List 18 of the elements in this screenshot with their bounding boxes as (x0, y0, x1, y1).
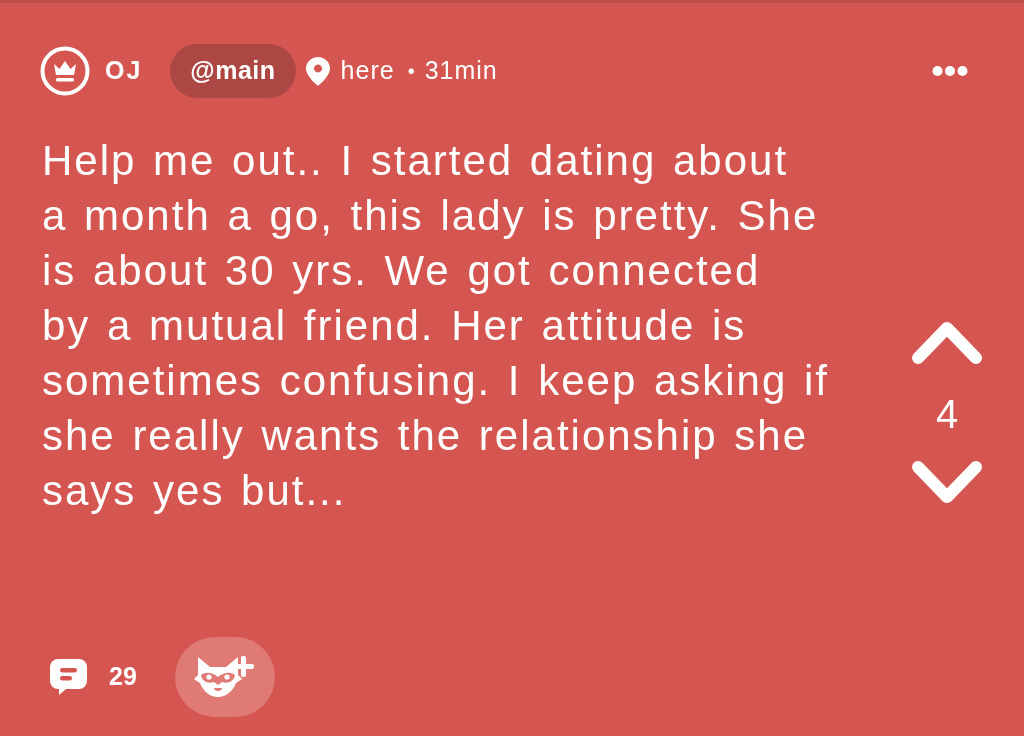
vote-count: 4 (935, 391, 959, 437)
downvote-button[interactable] (912, 461, 982, 506)
location-pin-icon (305, 56, 330, 86)
channel-tag[interactable]: @main (170, 44, 296, 98)
more-icon (932, 65, 968, 77)
chat-bubble-icon (50, 658, 87, 696)
author-name: OJ (105, 55, 143, 87)
masked-animal-plus-icon (193, 655, 256, 699)
chevron-up-icon (912, 319, 982, 364)
comment-count: 29 (109, 661, 137, 693)
location-text: here (340, 55, 395, 87)
upvote-button[interactable] (912, 319, 982, 364)
crown-badge-icon (40, 46, 90, 96)
separator-dot: • (407, 59, 415, 84)
more-button[interactable] (932, 65, 968, 77)
chevron-down-icon (912, 461, 982, 506)
post-body: Help me out.. I started dating about a month a go, this lady is pretty. She is about 30 yrs. We got connected by a mutual friend. Her attitude is sometimes confusing. I keep asking if she really wants the relationship she says yes but... (42, 136, 830, 516)
post-time: 31min (424, 55, 498, 87)
